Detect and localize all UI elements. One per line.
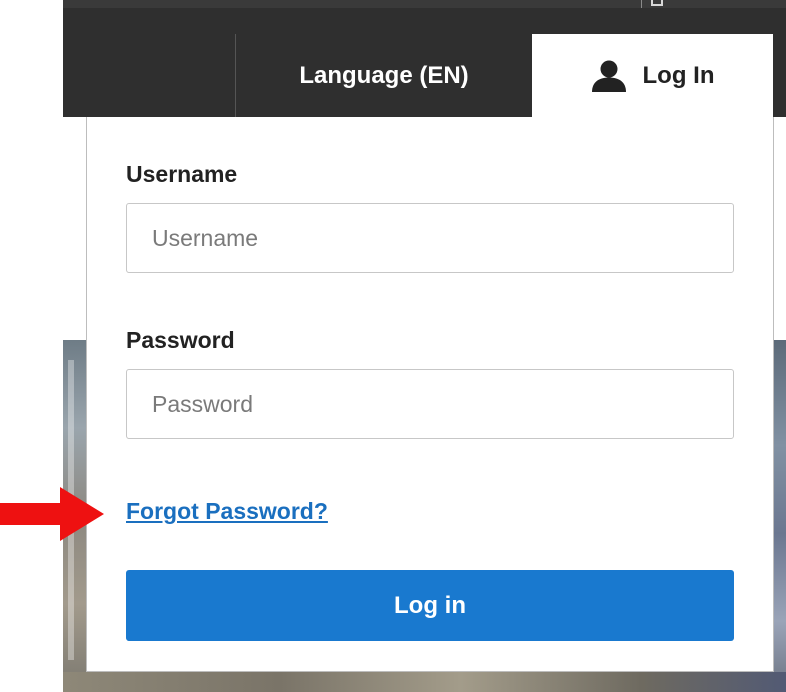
password-input[interactable]	[126, 369, 734, 439]
language-button-label: Language (EN)	[299, 61, 469, 89]
forgot-password-link[interactable]: Forgot Password?	[126, 498, 328, 525]
login-submit-label: Log in	[394, 591, 466, 619]
top-strip	[63, 0, 786, 8]
background-photo-bottom	[63, 672, 786, 692]
login-tab[interactable]: Log In	[532, 34, 773, 117]
login-submit-button[interactable]: Log in	[126, 570, 734, 641]
background-photo-right	[774, 340, 786, 692]
password-label: Password	[126, 327, 235, 353]
language-button[interactable]: Language (EN)	[236, 34, 532, 117]
red-arrow-icon	[0, 487, 104, 541]
top-strip-divider	[641, 0, 642, 8]
login-dropdown-panel: Username Password Forgot Password? Log i…	[86, 117, 774, 672]
navbar: Language (EN) Log In	[63, 8, 786, 117]
username-label: Username	[126, 161, 238, 187]
login-tab-label: Log In	[642, 61, 715, 89]
top-strip-box-edge	[651, 0, 663, 6]
user-icon	[591, 60, 627, 92]
username-input[interactable]	[126, 203, 734, 273]
